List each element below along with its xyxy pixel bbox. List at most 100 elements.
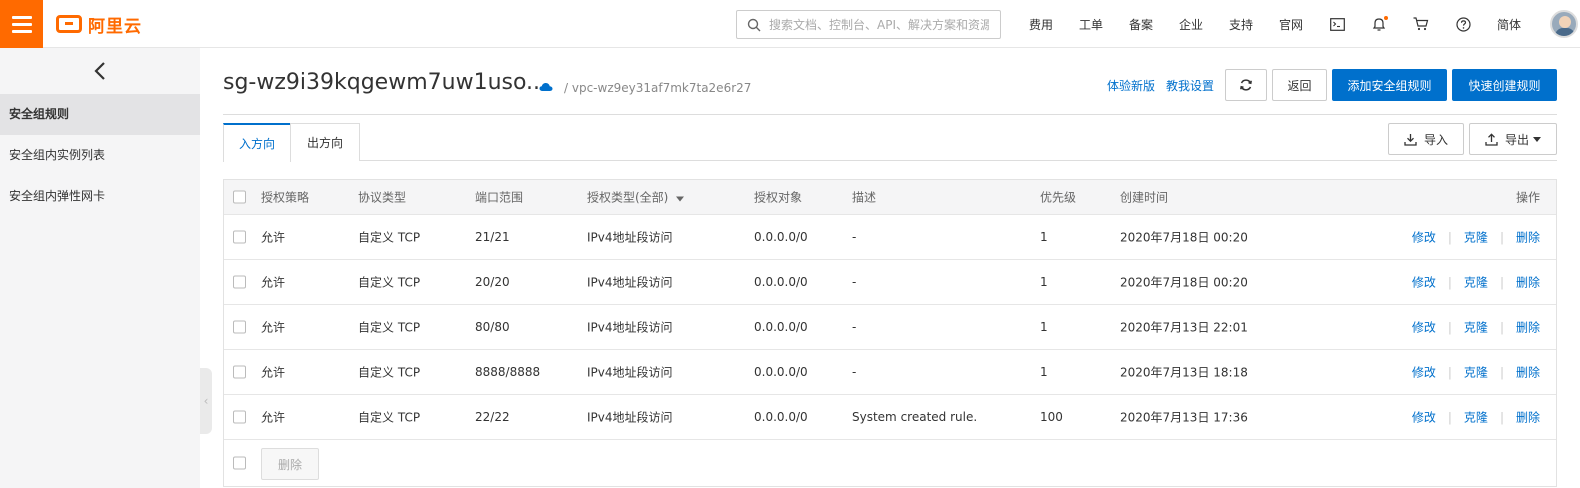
col-port-header: 端口范围 xyxy=(475,190,524,205)
sidebar-item-eni[interactable]: 安全组内弹性网卡 xyxy=(0,176,200,217)
bell-icon[interactable] xyxy=(1358,0,1400,48)
user-avatar[interactable] xyxy=(1550,10,1578,38)
cell-policy: 允许 xyxy=(261,230,286,245)
cell-protocol: 自定义 TCP xyxy=(358,275,421,290)
sidebar-resize-handle[interactable]: ‹ xyxy=(200,368,212,434)
clone-link[interactable]: 克隆 xyxy=(1464,319,1488,336)
table-row: 允许 自定义 TCP 22/22 IPv4地址段访问 0.0.0.0/0 Sys… xyxy=(224,395,1556,440)
table-row: 允许 自定义 TCP 20/20 IPv4地址段访问 0.0.0.0/0 - 1… xyxy=(224,260,1556,305)
back-button[interactable]: 返回 xyxy=(1272,69,1327,101)
cloud-icon[interactable] xyxy=(539,82,553,92)
cell-protocol: 自定义 TCP xyxy=(358,365,421,380)
clone-link[interactable]: 克隆 xyxy=(1464,274,1488,291)
cell-desc: - xyxy=(852,275,857,289)
terminal-icon[interactable] xyxy=(1316,0,1358,48)
cell-created: 2020年7月13日 18:18 xyxy=(1120,365,1248,380)
delete-link[interactable]: 删除 xyxy=(1516,229,1540,246)
edit-link[interactable]: 修改 xyxy=(1412,364,1436,381)
nav-item-fees[interactable]: 费用 xyxy=(1016,16,1066,33)
caret-down-icon xyxy=(676,196,685,202)
cell-protocol: 自定义 TCP xyxy=(358,230,421,245)
search-box[interactable] xyxy=(736,10,1001,39)
top-nav: 费用 工单 备案 企业 支持 官网 简体 xyxy=(1016,0,1578,48)
edit-link[interactable]: 修改 xyxy=(1412,229,1436,246)
try-new-version-link[interactable]: 体验新版 xyxy=(1107,77,1155,94)
search-icon xyxy=(747,18,761,31)
col-priority-header: 优先级 xyxy=(1040,190,1077,205)
nav-item-support[interactable]: 支持 xyxy=(1216,16,1266,33)
download-icon xyxy=(1404,133,1417,146)
clone-link[interactable]: 克隆 xyxy=(1464,409,1488,426)
row-actions: 修改 | 克隆 | 删除 xyxy=(1411,319,1540,336)
language-switch[interactable]: 简体 xyxy=(1484,16,1534,33)
aliyun-logo-mark-icon xyxy=(56,15,82,33)
col-auth-type-header[interactable]: 授权类型(全部) xyxy=(587,189,685,206)
row-checkbox[interactable] xyxy=(233,275,246,289)
sidebar-item-instances[interactable]: 安全组内实例列表 xyxy=(0,135,200,176)
caret-down-icon xyxy=(1533,136,1541,142)
sidebar-item-rules[interactable]: 安全组规则 xyxy=(0,94,200,135)
cell-object: 0.0.0.0/0 xyxy=(754,410,808,424)
cell-desc: - xyxy=(852,365,857,379)
sidebar-collapse-button[interactable] xyxy=(0,48,200,94)
delete-link[interactable]: 删除 xyxy=(1516,274,1540,291)
edit-link[interactable]: 修改 xyxy=(1412,274,1436,291)
row-checkbox[interactable] xyxy=(233,320,246,334)
row-checkbox[interactable] xyxy=(233,410,246,424)
quick-create-button[interactable]: 快速创建规则 xyxy=(1452,69,1557,101)
clone-link[interactable]: 克隆 xyxy=(1464,364,1488,381)
cell-priority: 100 xyxy=(1040,410,1063,424)
col-ops-header: 操作 xyxy=(1515,190,1540,205)
cell-port: 22/22 xyxy=(475,410,510,424)
import-button[interactable]: 导入 xyxy=(1388,123,1464,155)
cell-policy: 允许 xyxy=(261,410,286,425)
cell-port: 21/21 xyxy=(475,230,510,244)
cell-auth-type: IPv4地址段访问 xyxy=(587,275,673,290)
logo-text: 阿里云 xyxy=(88,16,142,37)
search-input[interactable] xyxy=(769,17,989,32)
add-rule-button[interactable]: 添加安全组规则 xyxy=(1332,69,1447,101)
delete-link[interactable]: 删除 xyxy=(1516,409,1540,426)
edit-link[interactable]: 修改 xyxy=(1412,319,1436,336)
tab-outbound[interactable]: 出方向 xyxy=(290,123,360,161)
cell-protocol: 自定义 TCP xyxy=(358,320,421,335)
vpc-id[interactable]: / vpc-wz9ey31af7mk7ta2e6r27 xyxy=(564,81,751,95)
table-row: 允许 自定义 TCP 21/21 IPv4地址段访问 0.0.0.0/0 - 1… xyxy=(224,215,1556,260)
aliyun-logo[interactable]: 阿里云 xyxy=(56,12,142,37)
cell-created: 2020年7月18日 00:20 xyxy=(1120,230,1248,245)
cell-auth-type: IPv4地址段访问 xyxy=(587,230,673,245)
cell-priority: 1 xyxy=(1040,320,1048,334)
help-icon[interactable] xyxy=(1442,0,1484,48)
tab-inbound[interactable]: 入方向 xyxy=(223,123,291,162)
clone-link[interactable]: 克隆 xyxy=(1464,229,1488,246)
delete-link[interactable]: 删除 xyxy=(1516,364,1540,381)
nav-item-enterprise[interactable]: 企业 xyxy=(1166,16,1216,33)
col-object-header: 授权对象 xyxy=(754,190,803,205)
refresh-button[interactable] xyxy=(1225,69,1267,101)
delete-link[interactable]: 删除 xyxy=(1516,319,1540,336)
nav-item-icp[interactable]: 备案 xyxy=(1116,16,1166,33)
cell-policy: 允许 xyxy=(261,275,286,290)
nav-item-tickets[interactable]: 工单 xyxy=(1066,16,1116,33)
edit-link[interactable]: 修改 xyxy=(1412,409,1436,426)
select-all-checkbox[interactable] xyxy=(233,190,246,204)
row-checkbox[interactable] xyxy=(233,230,246,244)
row-checkbox[interactable] xyxy=(233,365,246,379)
cart-icon[interactable] xyxy=(1400,0,1442,48)
row-actions: 修改 | 克隆 | 删除 xyxy=(1411,409,1540,426)
rules-table: 授权策略 协议类型 端口范围 授权类型(全部) 授权对象 描述 优先级 创建时间… xyxy=(223,179,1557,487)
export-label: 导出 xyxy=(1504,132,1529,147)
footer-select-all-checkbox[interactable] xyxy=(233,456,246,470)
bulk-delete-button[interactable]: 删除 xyxy=(261,448,319,480)
col-auth-type-label: 授权类型(全部) xyxy=(587,190,669,205)
hamburger-menu-icon[interactable] xyxy=(0,0,43,48)
row-actions: 修改 | 克隆 | 删除 xyxy=(1411,274,1540,291)
cell-object: 0.0.0.0/0 xyxy=(754,365,808,379)
cell-desc: - xyxy=(852,230,857,244)
setup-guide-link[interactable]: 教我设置 xyxy=(1166,77,1214,94)
nav-item-official-site[interactable]: 官网 xyxy=(1266,16,1316,33)
export-button[interactable]: 导出 xyxy=(1469,123,1557,155)
col-protocol-header: 协议类型 xyxy=(358,190,407,205)
upload-icon xyxy=(1485,132,1498,146)
cell-object: 0.0.0.0/0 xyxy=(754,275,808,289)
